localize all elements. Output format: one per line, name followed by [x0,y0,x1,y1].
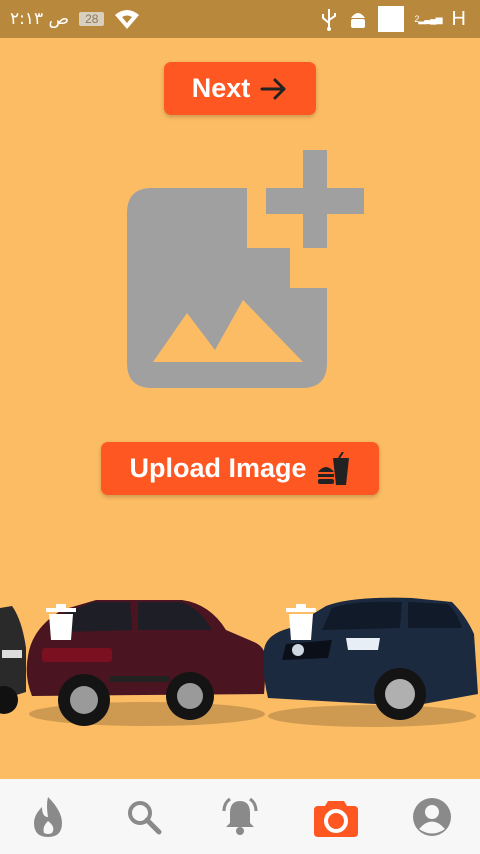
signal-label: 2 [414,13,419,24]
wifi-icon [115,10,140,29]
next-button[interactable]: Next [164,62,316,115]
status-right: 2▂▃▄▅ H [320,6,466,32]
bottom-nav [0,779,480,854]
status-bar: ص ٢:١٣ 28 2▂▃▄▅ H [0,0,480,38]
food-icon [317,451,349,485]
camera-icon [314,800,358,837]
upload-image-button[interactable]: Upload Image [101,442,379,495]
status-time: ص ٢:١٣ [10,9,70,29]
flame-icon [34,796,62,837]
upload-image-label: Upload Image [129,453,307,483]
nav-item-notifications[interactable] [210,787,270,847]
android-icon [351,13,366,28]
add-image-icon[interactable] [127,150,365,388]
next-button-label: Next [191,73,251,103]
notification-square-icon [378,6,405,32]
battery-indicator: 28 [79,12,105,26]
network-type: H [451,7,466,30]
trash-icon[interactable] [286,604,316,640]
trash-icon[interactable] [46,604,76,640]
nav-item-camera[interactable] [306,787,366,847]
signal-icon: 2▂▃▄▅ [414,13,442,24]
arrow-right-icon [260,78,286,99]
search-icon [128,800,162,834]
profile-icon [413,797,451,836]
usb-icon [322,9,337,31]
nav-item-profile[interactable] [402,787,462,847]
nav-item-discover[interactable] [18,787,78,847]
nav-item-search[interactable] [114,787,174,847]
bell-icon [222,797,258,835]
status-left: ص ٢:١٣ 28 [10,8,140,30]
